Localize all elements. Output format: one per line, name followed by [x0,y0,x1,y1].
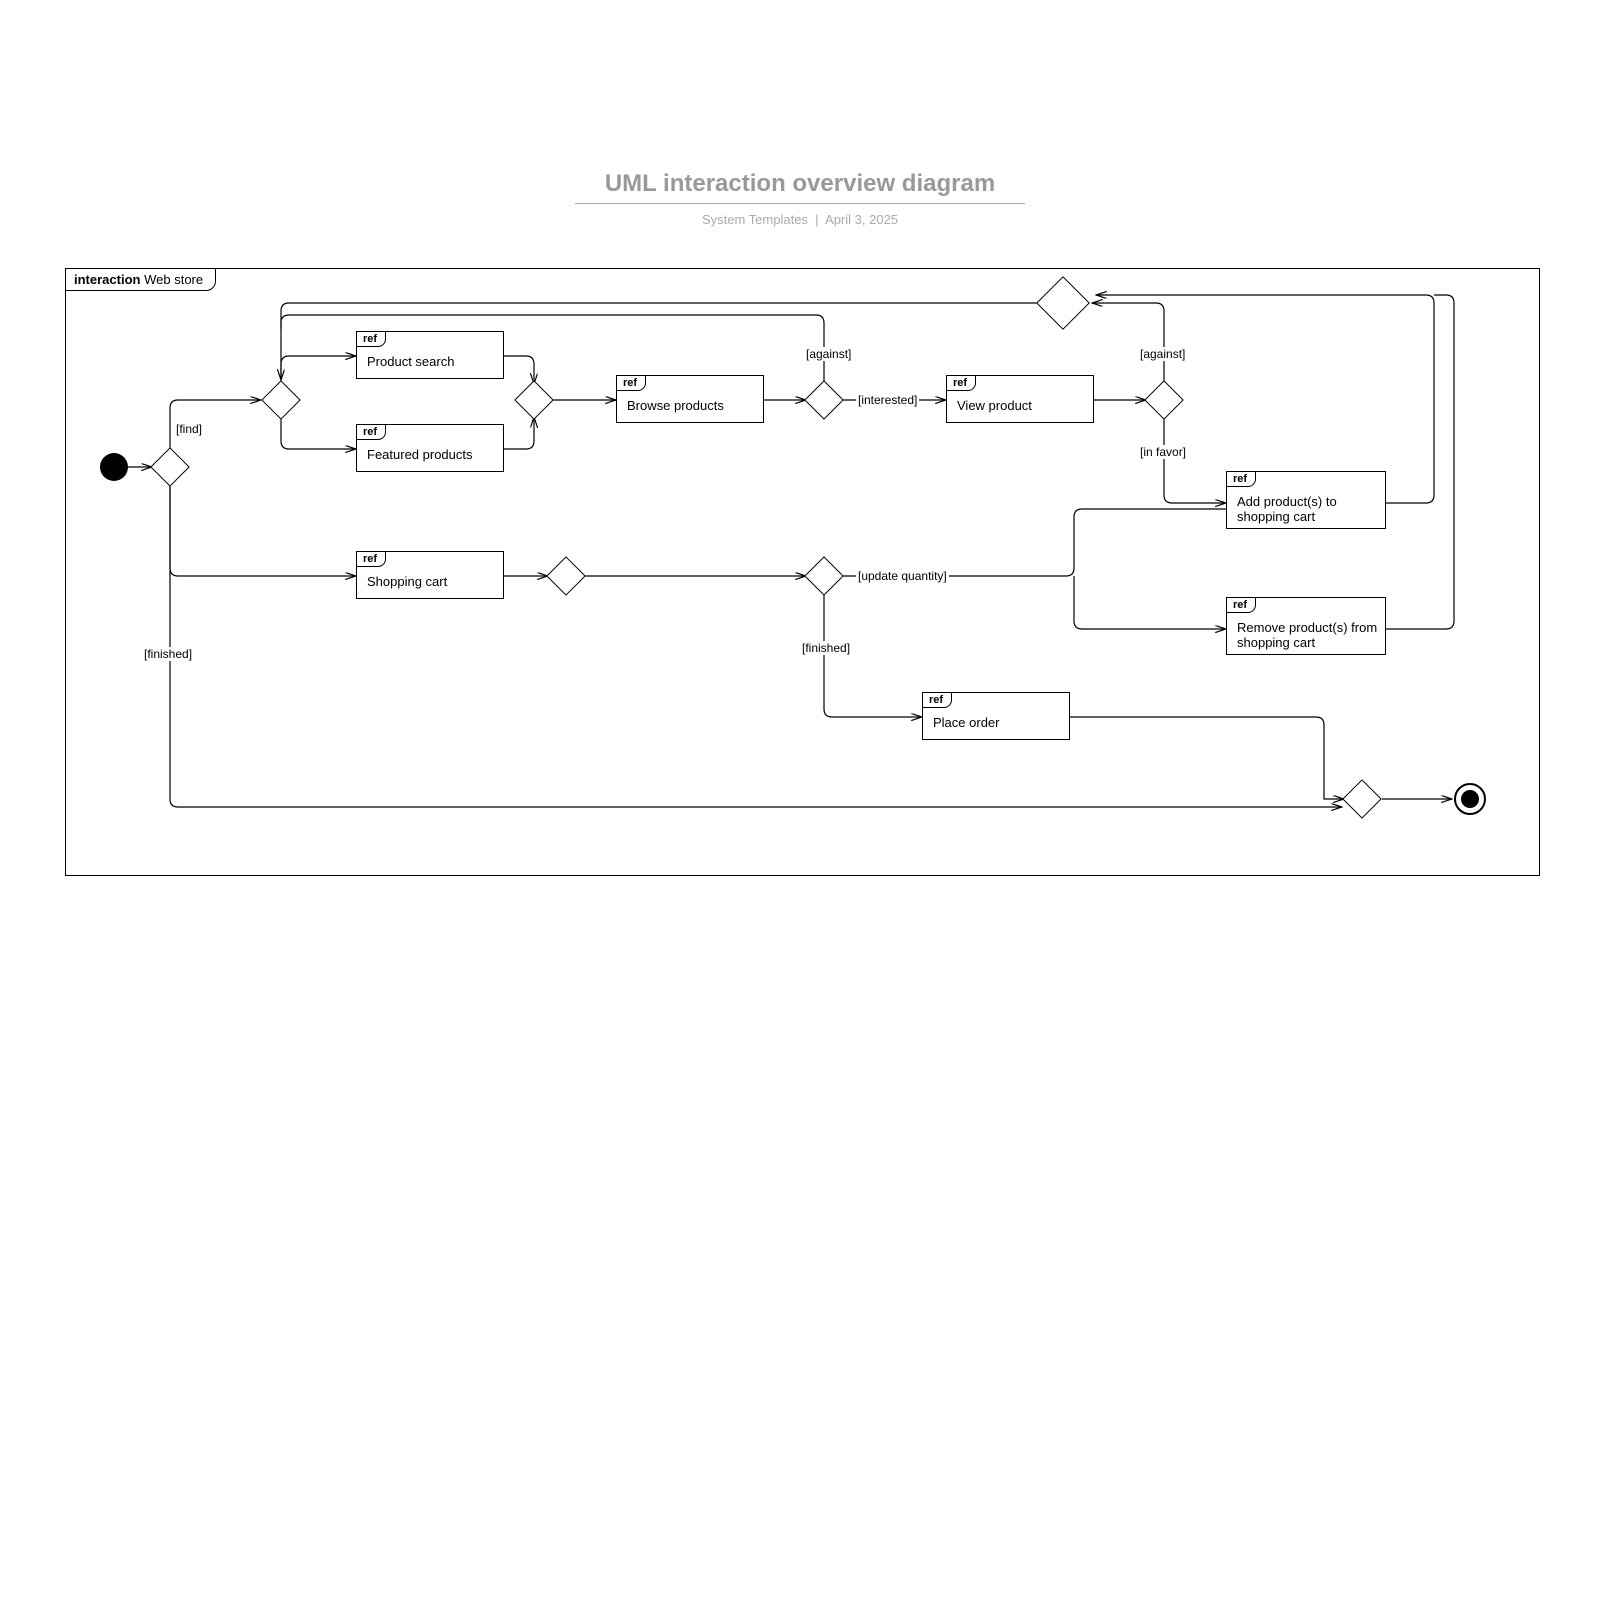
ref-shopping-cart: ref Shopping cart [356,551,504,599]
decision-d4 [804,380,844,420]
label-finished-1: [finished] [800,641,852,655]
ref-browse-products: ref Browse products [616,375,764,423]
frame-tab: interaction Web store [65,268,216,291]
merge-top [1036,276,1090,330]
label-in-favor: [in favor] [1138,445,1188,459]
ref-featured-products: ref Featured products [356,424,504,472]
label-update-quantity: [update quantity] [856,569,949,583]
label-against-1: [against] [804,347,853,361]
ref-add-product: ref Add product(s) to shopping cart [1226,471,1386,529]
decision-d6 [546,556,586,596]
decision-d1 [150,447,190,487]
ref-product-search: ref Product search [356,331,504,379]
initial-node [100,453,128,481]
label-against-2: [against] [1138,347,1187,361]
ref-place-order: ref Place order [922,692,1070,740]
label-finished-2: [finished] [142,647,194,661]
merge-d3 [514,380,554,420]
decision-d5 [1144,380,1184,420]
final-node [1454,783,1486,815]
ref-remove-product: ref Remove product(s) from shopping cart [1226,597,1386,655]
decision-d7 [804,556,844,596]
diagram-header: UML interaction overview diagram System … [0,170,1600,227]
edges-layer [66,269,1539,875]
interaction-frame: interaction Web store [65,268,1540,876]
ref-view-product: ref View product [946,375,1094,423]
diagram-subtitle: System Templates | April 3, 2025 [0,212,1600,227]
merge-d8 [1342,779,1382,819]
diagram-title: UML interaction overview diagram [575,170,1025,204]
decision-d2 [261,380,301,420]
label-find: [find] [174,422,204,436]
label-interested: [interested] [856,393,919,407]
